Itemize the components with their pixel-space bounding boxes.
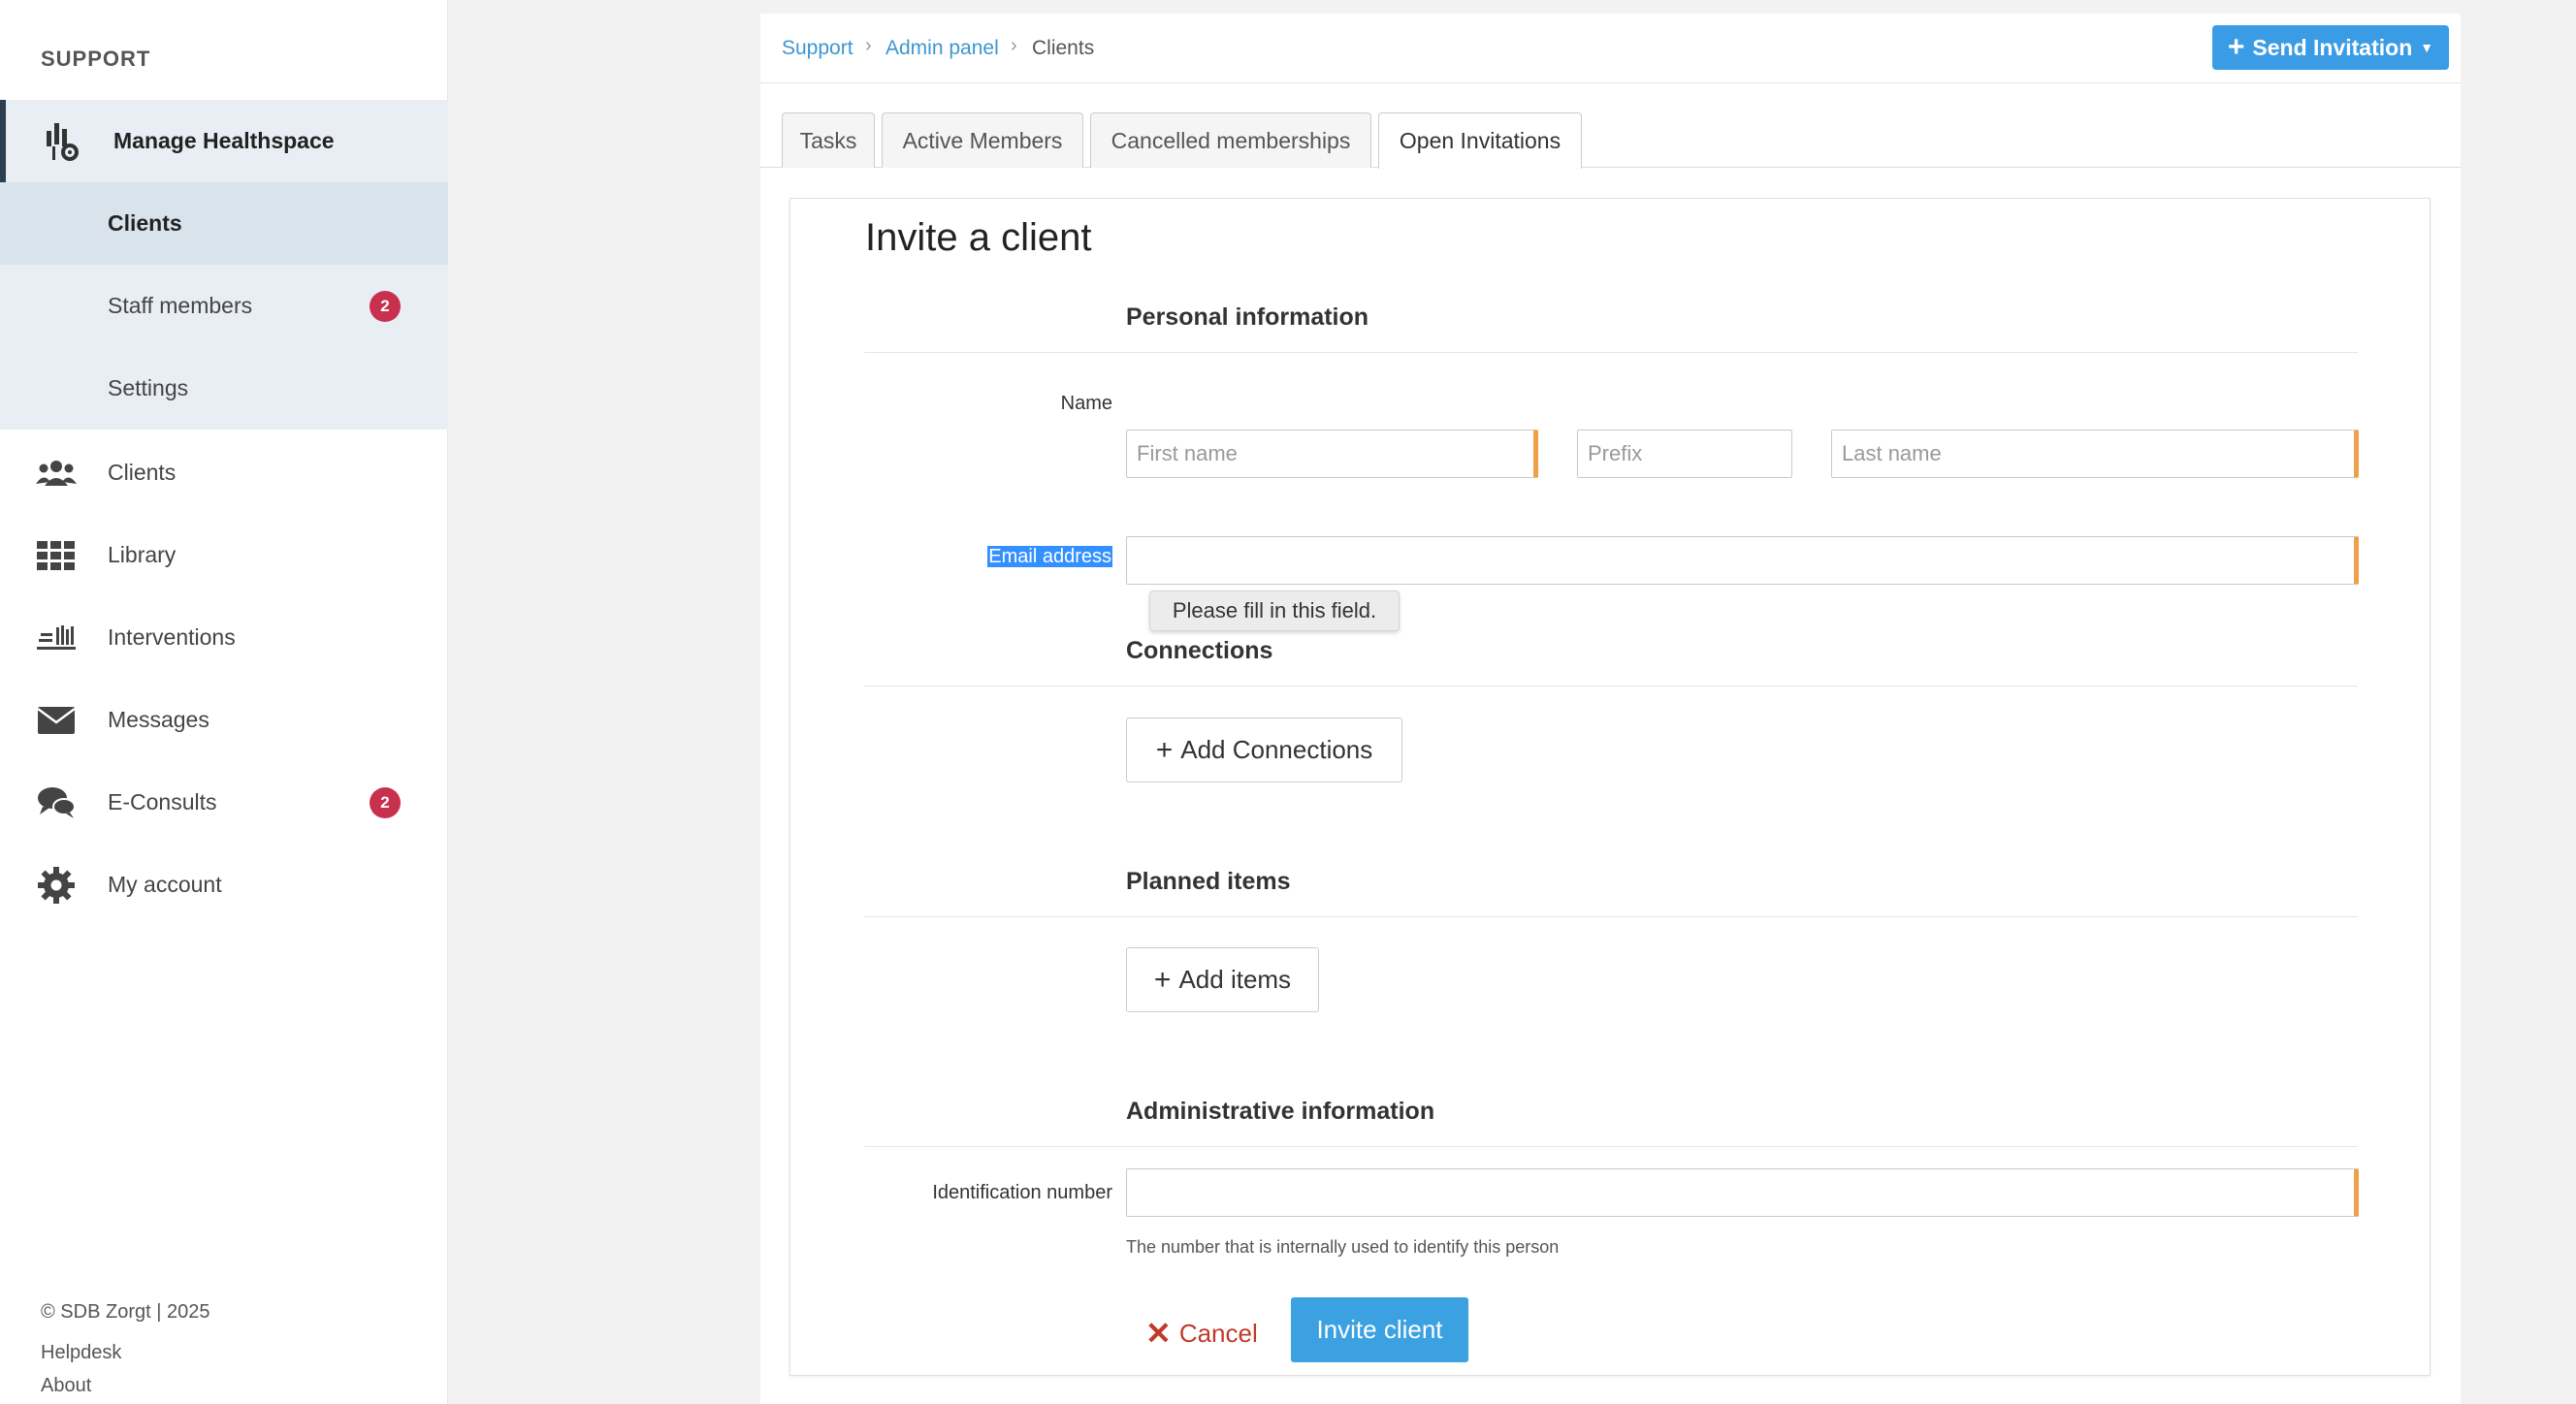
gear-icon <box>35 864 78 907</box>
divider <box>864 1146 2358 1147</box>
email-label: Email address <box>864 546 1112 568</box>
sidebar-item-label: E-Consults <box>108 789 217 814</box>
sidebar-item-label: Clients <box>108 460 177 485</box>
caret-down-icon: ▼ <box>2420 40 2434 55</box>
sidebar-item-label: Library <box>108 542 177 567</box>
add-items-button[interactable]: + Add items <box>1126 947 1319 1012</box>
prefix-field[interactable]: Prefix <box>1577 430 1792 478</box>
envelope-icon <box>35 699 78 742</box>
helpdesk-link[interactable]: Helpdesk <box>41 1342 121 1364</box>
sidebar-item-clients[interactable]: Clients <box>0 431 448 514</box>
sidebar-item-my-account[interactable]: My account <box>0 844 448 926</box>
email-label-text: Email address <box>987 546 1112 567</box>
send-invitation-button[interactable]: + Send Invitation ▼ <box>2212 25 2449 70</box>
breadcrumb-admin-panel[interactable]: Admin panel <box>886 37 999 60</box>
identification-number-field[interactable] <box>1126 1168 2359 1217</box>
divider <box>864 916 2358 917</box>
main-panel: Support › Admin panel › Clients + Send I… <box>760 14 2461 1404</box>
first-name-field[interactable]: First name <box>1126 430 1538 478</box>
copyright: © SDB Zorgt | 2025 <box>41 1301 210 1323</box>
breadcrumb-current: Clients <box>1032 37 1095 59</box>
users-icon <box>35 452 78 495</box>
sidebar-item-label: Messages <box>108 707 209 732</box>
add-items-label: Add items <box>1178 965 1292 994</box>
tab-tasks[interactable]: Tasks <box>782 112 875 168</box>
sidebar-item-e-consults[interactable]: E-Consults 2 <box>0 761 448 844</box>
sidebar-item-manage-healthspace[interactable]: Manage Healthspace <box>0 100 448 182</box>
sidebar-item-library[interactable]: Library <box>0 514 448 596</box>
invite-form: Invite a client Personal information Nam… <box>789 198 2431 1376</box>
sidebar-item-label: Interventions <box>108 624 236 650</box>
close-icon: ✕ <box>1145 1316 1172 1351</box>
tab-cancelled-memberships[interactable]: Cancelled memberships <box>1090 112 1371 168</box>
breadcrumb-separator-icon: › <box>1011 35 1017 56</box>
sidebar-item-messages[interactable]: Messages <box>0 679 448 761</box>
send-invitation-label: Send Invitation <box>2252 34 2413 60</box>
breadcrumb: Support › Admin panel › Clients + Send I… <box>760 14 2461 83</box>
sidebar-subitem-clients[interactable]: Clients <box>0 182 448 265</box>
sidebar-subitem-settings[interactable]: Settings <box>0 347 448 430</box>
section-personal-information: Personal information <box>1126 303 1369 331</box>
section-connections: Connections <box>1126 637 1273 664</box>
healthspace-settings-icon <box>41 120 83 163</box>
validation-tooltip: Please fill in this field. <box>1149 590 1400 631</box>
last-name-field[interactable]: Last name <box>1831 430 2359 478</box>
page-title: Invite a client <box>865 216 1092 259</box>
email-field[interactable] <box>1126 536 2359 585</box>
cancel-label: Cancel <box>1178 1318 1258 1348</box>
sidebar-item-interventions[interactable]: Interventions <box>0 596 448 679</box>
tab-active-members[interactable]: Active Members <box>882 112 1083 168</box>
invite-client-button[interactable]: Invite client <box>1291 1297 1468 1362</box>
notification-badge: 2 <box>370 786 401 818</box>
about-link[interactable]: About <box>41 1375 91 1397</box>
chat-icon <box>35 782 78 824</box>
sidebar-item-label: Staff members <box>108 293 253 318</box>
identification-number-help: The number that is internally used to id… <box>1126 1237 1560 1257</box>
name-label: Name <box>1060 393 1112 414</box>
breadcrumb-separator-icon: › <box>865 35 872 56</box>
sidebar-item-label: Settings <box>108 375 189 400</box>
notification-badge: 2 <box>370 290 401 322</box>
sidebar: SUPPORT Manage Healthspace Clients Staff… <box>0 0 448 1404</box>
tab-open-invitations[interactable]: Open Invitations <box>1378 112 1582 169</box>
identification-number-label: Identification number <box>932 1182 1112 1203</box>
cancel-button[interactable]: ✕ Cancel <box>1145 1315 1258 1352</box>
sidebar-item-label: My account <box>108 872 222 897</box>
add-connections-button[interactable]: + Add Connections <box>1126 718 1402 782</box>
divider <box>864 352 2358 353</box>
sidebar-brand: SUPPORT <box>41 47 151 71</box>
plus-icon: + <box>1153 963 1172 996</box>
grid-icon <box>35 534 78 577</box>
sidebar-item-label: Clients <box>108 210 182 236</box>
section-administrative-information: Administrative information <box>1126 1098 1435 1125</box>
sidebar-item-label: Manage Healthspace <box>113 128 335 153</box>
plus-icon: + <box>1155 733 1174 766</box>
breadcrumb-support[interactable]: Support <box>782 37 853 60</box>
section-planned-items: Planned items <box>1126 868 1291 895</box>
plus-icon: + <box>2227 31 2245 63</box>
add-connections-label: Add Connections <box>1180 735 1373 764</box>
interventions-icon <box>35 617 78 659</box>
sidebar-subitem-staff-members[interactable]: Staff members 2 <box>0 265 448 347</box>
